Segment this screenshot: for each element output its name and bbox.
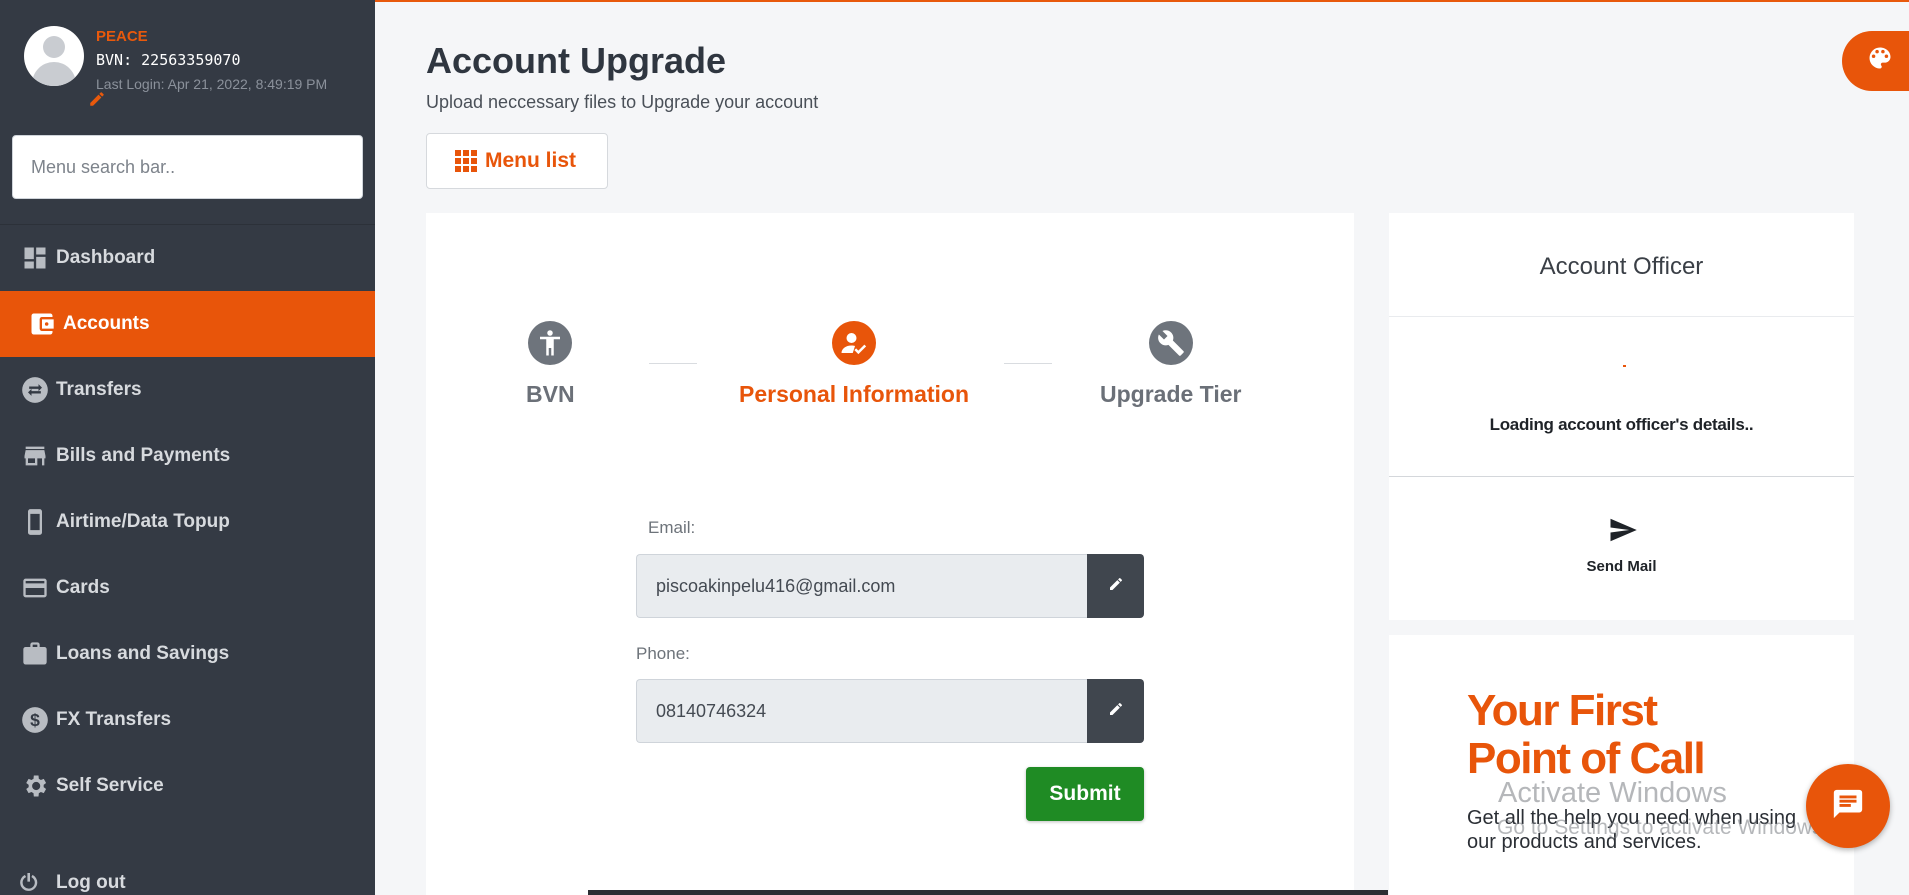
send-mail-button[interactable]: Send Mail	[1389, 503, 1854, 593]
promo-title-line: Point of Call	[1467, 734, 1706, 783]
sidebar-item-label: Dashboard	[56, 247, 156, 268]
pencil-icon[interactable]	[88, 90, 106, 108]
sidebar-item-label: Bills and Payments	[56, 445, 231, 466]
sidebar-item-accounts[interactable]: Accounts	[0, 291, 375, 357]
page-subtitle: Upload neccessary files to Upgrade your …	[426, 92, 819, 112]
sidebar: PEACE BVN: 22563359070 Last Login: Apr 2…	[0, 0, 375, 895]
sidebar-item-label: Cards	[56, 577, 110, 598]
promo-card: Your First Point of Call Get all the hel…	[1389, 635, 1854, 895]
last-login: Last Login: Apr 21, 2022, 8:49:19 PM	[96, 76, 328, 92]
phone-field[interactable]	[636, 679, 1087, 743]
upgrade-form-card: BVN Personal Information Upgrade Tier Em…	[426, 213, 1354, 895]
sidebar-item-label: Self Service	[56, 775, 164, 796]
step-personal-information[interactable]: Personal Information	[739, 321, 969, 408]
menu-search-input[interactable]	[12, 135, 363, 199]
profile-name: PEACE	[96, 28, 148, 45]
chat-button[interactable]	[1806, 764, 1890, 848]
chat-icon	[1831, 787, 1865, 826]
theme-palette-button[interactable]	[1842, 31, 1909, 91]
grid-icon	[455, 150, 477, 172]
phone-label: Phone:	[636, 644, 690, 663]
edit-phone-button[interactable]	[1087, 679, 1144, 743]
step-connector	[1004, 363, 1052, 364]
promo-title: Your First Point of Call	[1467, 686, 1706, 783]
palette-icon	[1866, 44, 1894, 79]
gear-icon	[20, 771, 50, 801]
submit-button[interactable]: Submit	[1026, 767, 1144, 821]
step-label: Personal Information	[739, 381, 970, 407]
loading-indicator	[1623, 365, 1626, 367]
sidebar-item-transfers[interactable]: Transfers	[0, 357, 375, 423]
sidebar-item-label: Accounts	[63, 313, 150, 334]
phone-field-group	[636, 679, 1144, 743]
dashboard-icon	[20, 243, 50, 273]
card-divider	[1389, 476, 1854, 477]
briefcase-icon	[20, 639, 50, 669]
sidebar-item-label: Airtime/Data Topup	[56, 511, 230, 532]
edit-email-button[interactable]	[1087, 554, 1144, 618]
step-upgrade-tier[interactable]: Upgrade Tier	[1100, 321, 1241, 408]
power-icon: ⏻	[20, 870, 38, 895]
user-check-icon	[832, 321, 877, 365]
send-mail-label: Send Mail	[1586, 558, 1657, 575]
email-field[interactable]	[636, 554, 1087, 618]
store-icon	[20, 441, 50, 471]
accessibility-icon	[528, 321, 573, 365]
page-title: Account Upgrade	[426, 40, 727, 81]
email-label: Email:	[648, 518, 696, 537]
wrench-icon	[1148, 321, 1193, 365]
profile-block: PEACE BVN: 22563359070 Last Login: Apr 2…	[24, 26, 328, 106]
top-accent-line	[375, 0, 1909, 2]
step-label: BVN	[526, 381, 575, 407]
sidebar-item-bills-and-payments[interactable]: Bills and Payments	[0, 423, 375, 489]
wallet-icon	[27, 309, 57, 339]
sidebar-item-fx-transfers[interactable]: $ FX Transfers	[0, 687, 375, 753]
card-divider	[1389, 316, 1854, 317]
step-bvn[interactable]: BVN	[526, 321, 575, 408]
account-officer-title: Account Officer	[1539, 253, 1704, 280]
sidebar-item-label: Loans and Savings	[56, 643, 230, 664]
menu-list-button[interactable]: Menu list	[426, 133, 608, 189]
loading-officer-text: Loading account officer's details..	[1489, 415, 1754, 434]
promo-title-line: Your First	[1467, 686, 1658, 735]
email-field-group	[636, 554, 1144, 618]
account-officer-card: Account Officer Loading account officer'…	[1389, 213, 1854, 620]
step-label: Upgrade Tier	[1100, 381, 1242, 407]
dollar-icon: $	[20, 705, 50, 735]
activate-windows-watermark: Activate Windows	[1498, 777, 1727, 809]
transfer-icon	[20, 375, 50, 405]
logout-button[interactable]: ⏻ Log out	[20, 870, 126, 895]
sidebar-item-label: FX Transfers	[56, 709, 172, 730]
card-icon	[20, 573, 50, 603]
send-icon	[1606, 515, 1640, 550]
profile-bvn: BVN: 22563359070	[96, 51, 241, 69]
sidebar-nav: Dashboard Accounts Transfers Bills and P…	[0, 225, 375, 819]
phone-icon	[20, 507, 50, 537]
bottom-scrollbar[interactable]	[588, 890, 1388, 895]
avatar[interactable]	[24, 26, 84, 86]
svg-text:$: $	[30, 710, 40, 730]
sidebar-item-label: Transfers	[56, 379, 142, 400]
sidebar-item-loans-and-savings[interactable]: Loans and Savings	[0, 621, 375, 687]
menu-list-label: Menu list	[485, 149, 577, 172]
activate-windows-hint: Go to Settings to activate Windows.	[1497, 816, 1829, 839]
sidebar-item-self-service[interactable]: Self Service	[0, 753, 375, 819]
sidebar-item-dashboard[interactable]: Dashboard	[0, 225, 375, 291]
sidebar-item-cards[interactable]: Cards	[0, 555, 375, 621]
step-connector	[649, 363, 697, 364]
pencil-icon	[1108, 576, 1124, 597]
logout-label: Log out	[56, 872, 126, 893]
sidebar-item-airtime-data-topup[interactable]: Airtime/Data Topup	[0, 489, 375, 555]
pencil-icon	[1108, 701, 1124, 722]
